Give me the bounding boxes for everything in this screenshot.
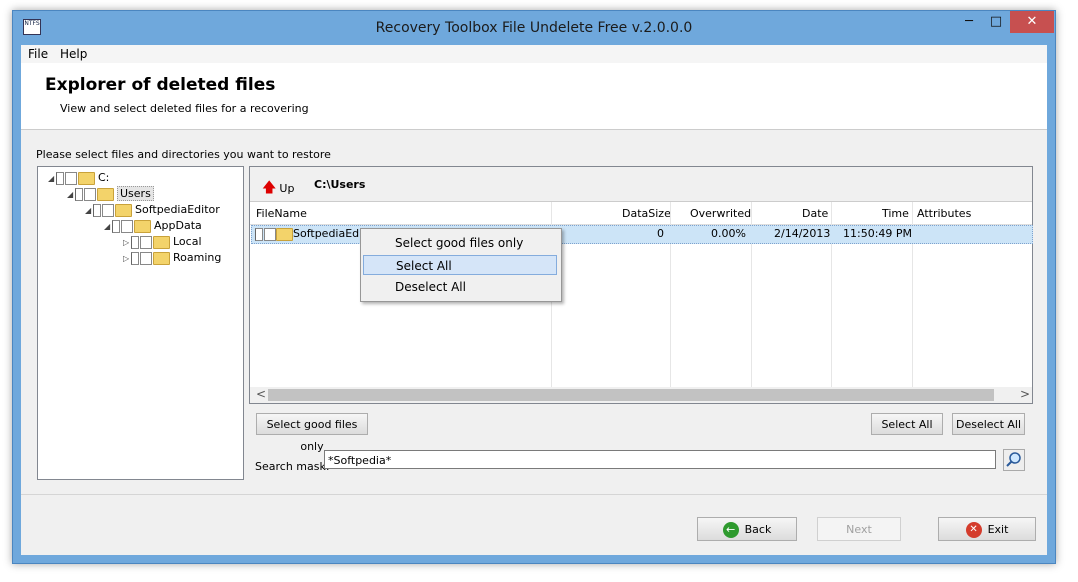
back-arrow-icon: ← [722, 522, 739, 538]
ctx-select-good-files[interactable]: Select good files only [363, 233, 557, 253]
select-good-files-button[interactable]: Select good files only [256, 413, 368, 453]
tree-label: C: [98, 171, 110, 184]
col-date[interactable]: Date [802, 207, 828, 220]
tree-node-appdata[interactable]: ◢ AppData [104, 218, 202, 233]
select-all-button[interactable]: Select All [871, 413, 943, 435]
instruction-text: Please select files and directories you … [36, 148, 331, 161]
page-title: Explorer of deleted files [45, 75, 276, 95]
search-button[interactable] [1003, 449, 1025, 471]
checkbox-icon [65, 171, 77, 185]
maximize-button[interactable]: □ [983, 11, 1009, 33]
cell-overwrited: 0.00% [711, 227, 746, 240]
window-title: Recovery Toolbox File Undelete Free v.2.… [375, 20, 693, 36]
checkbox[interactable] [131, 251, 139, 265]
page-subtitle: View and select deleted files for a reco… [60, 102, 309, 115]
col-datasize[interactable]: DataSize [622, 207, 671, 220]
deselect-all-button[interactable]: Deselect All [952, 413, 1025, 435]
cell-date: 2/14/2013 [774, 227, 831, 240]
scroll-thumb[interactable] [268, 389, 994, 401]
checkbox[interactable] [112, 219, 120, 233]
search-input[interactable]: *Softpedia* [324, 450, 996, 469]
folder-icon [78, 171, 95, 185]
cell-datasize: 0 [657, 227, 664, 240]
checkbox-icon [121, 219, 133, 233]
tree-node-users[interactable]: ◢ Users [67, 186, 154, 201]
folder-icon [153, 235, 170, 249]
horizontal-scrollbar[interactable]: < > [250, 387, 1032, 403]
checkbox-icon [102, 203, 114, 217]
expand-icon[interactable]: ◢ [85, 203, 93, 218]
col-time[interactable]: Time [882, 207, 909, 220]
col-filename[interactable]: FileName [256, 207, 307, 220]
expand-icon[interactable]: ▷ [123, 235, 131, 250]
table-header: FileName DataSize Overwrited Date Time A… [250, 202, 1032, 225]
checkbox-icon [84, 187, 96, 201]
wizard-header: Explorer of deleted files View and selec… [21, 63, 1047, 130]
checkbox[interactable] [93, 203, 101, 217]
expand-icon[interactable]: ◢ [48, 171, 56, 186]
folder-icon [153, 251, 170, 265]
tree-label: Roaming [173, 251, 222, 264]
context-menu: Select good files only Select All Desele… [360, 228, 562, 302]
checkbox-icon [140, 251, 152, 265]
checkbox[interactable] [56, 171, 64, 185]
expand-icon[interactable]: ◢ [67, 187, 75, 202]
search-label: Search mask: [255, 460, 330, 473]
folder-icon [134, 219, 151, 233]
expand-icon[interactable]: ◢ [104, 219, 112, 234]
exit-icon: ✕ [965, 522, 982, 538]
tree-node-c[interactable]: ◢ C: [48, 170, 109, 185]
ctx-select-all[interactable]: Select All [363, 255, 557, 275]
folder-icon [115, 203, 132, 217]
cell-time: 11:50:49 PM [843, 227, 913, 240]
ctx-deselect-all[interactable]: Deselect All [363, 277, 557, 297]
tree-label: AppData [154, 219, 202, 232]
row-checkbox[interactable] [255, 227, 277, 241]
tree-node-roaming[interactable]: ▷ Roaming [123, 250, 221, 265]
expand-icon[interactable]: ▷ [123, 251, 131, 266]
current-path: C:\Users [314, 178, 366, 191]
tree-node-softpediaeditor[interactable]: ◢ SoftpediaEditor [85, 202, 220, 217]
exit-label: Exit [987, 523, 1009, 536]
tree-label: Local [173, 235, 202, 248]
scroll-left-icon[interactable]: < [256, 387, 266, 401]
menu-help[interactable]: Help [60, 47, 87, 61]
checkbox[interactable] [131, 235, 139, 249]
path-toolbar: 🡅 Up C:\Users [250, 167, 1032, 202]
directory-tree[interactable]: ◢ C: ◢ Users ◢ SoftpediaEditor ◢ AppData ▷ Lo… [37, 166, 244, 480]
tree-label: Users [117, 186, 154, 201]
next-button[interactable]: Next [817, 517, 901, 541]
menu-file[interactable]: File [28, 47, 48, 61]
footer-divider [21, 494, 1047, 495]
checkbox[interactable] [75, 187, 83, 201]
checkbox-icon [140, 235, 152, 249]
up-arrow-icon: 🡅 [262, 180, 277, 196]
exit-button[interactable]: ✕ Exit [938, 517, 1036, 541]
title-bar[interactable]: NTFS Recovery Toolbox File Undelete Free… [13, 11, 1055, 45]
col-attributes[interactable]: Attributes [917, 207, 971, 220]
minimize-button[interactable]: ─ [956, 11, 982, 33]
menu-bar: File Help [21, 45, 1047, 63]
tree-label: SoftpediaEditor [135, 203, 220, 216]
search-icon [1003, 449, 1025, 471]
folder-icon [97, 187, 114, 201]
up-button[interactable]: 🡅 Up [262, 177, 294, 201]
back-button[interactable]: ← Back [697, 517, 797, 541]
close-button[interactable]: ✕ [1010, 11, 1054, 33]
back-label: Back [744, 523, 772, 536]
scroll-right-icon[interactable]: > [1020, 387, 1030, 401]
tree-node-local[interactable]: ▷ Local [123, 234, 202, 249]
col-overwrited[interactable]: Overwrited [690, 207, 751, 220]
up-label: Up [279, 182, 295, 195]
